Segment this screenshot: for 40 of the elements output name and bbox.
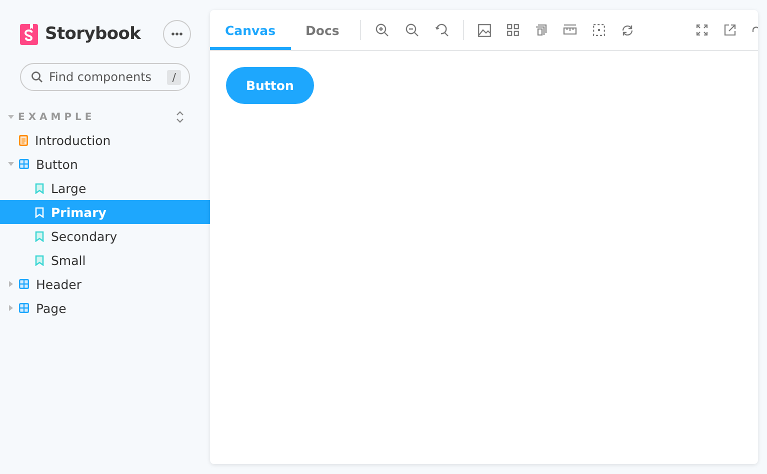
tree-item[interactable]: Introduction xyxy=(0,128,210,152)
layout-icon[interactable] xyxy=(535,24,548,36)
open-external-icon[interactable] xyxy=(724,24,736,36)
caret-icon xyxy=(8,281,14,287)
reset-zoom-icon[interactable] xyxy=(435,23,450,37)
tree-item[interactable]: Button xyxy=(0,152,210,176)
search-input[interactable]: Find components xyxy=(49,70,162,84)
zoom-in-icon[interactable] xyxy=(375,23,390,37)
grid-icon xyxy=(19,303,29,313)
tree-item[interactable]: Header xyxy=(0,272,210,296)
bookmark-icon xyxy=(35,254,44,266)
grid-icon xyxy=(19,279,29,289)
grid-icon xyxy=(19,159,29,169)
caret-icon xyxy=(8,161,14,167)
tree-item[interactable]: Large xyxy=(0,176,210,200)
bookmark-icon xyxy=(35,182,44,194)
brand-name: Storybook xyxy=(45,24,141,44)
expand-collapse-icon[interactable] xyxy=(176,111,184,123)
document-icon xyxy=(19,134,28,146)
shortcut-key: / xyxy=(167,70,181,84)
zoom-out-icon[interactable] xyxy=(405,23,420,37)
refresh-icon[interactable] xyxy=(621,24,634,36)
search-field[interactable]: Find components / xyxy=(20,63,190,91)
storybook-logo-icon xyxy=(20,23,38,45)
section-label: EXAMPLE xyxy=(18,112,96,122)
bookmark-icon xyxy=(35,230,44,242)
tree-item[interactable]: Secondary xyxy=(0,224,210,248)
bookmark-icon xyxy=(35,206,44,218)
frame-icon[interactable] xyxy=(593,24,606,36)
more-icon xyxy=(171,32,183,36)
fullscreen-icon[interactable] xyxy=(696,24,708,36)
image-icon[interactable] xyxy=(478,24,492,36)
tree-item[interactable]: Page xyxy=(0,296,210,320)
more-button[interactable] xyxy=(163,20,191,48)
search-icon xyxy=(31,71,43,83)
tab[interactable]: Docs xyxy=(290,10,354,50)
tree-item[interactable]: Small xyxy=(0,248,210,272)
caret-icon xyxy=(8,305,14,311)
grid-icon[interactable] xyxy=(507,24,520,36)
ruler-icon[interactable] xyxy=(563,24,578,36)
